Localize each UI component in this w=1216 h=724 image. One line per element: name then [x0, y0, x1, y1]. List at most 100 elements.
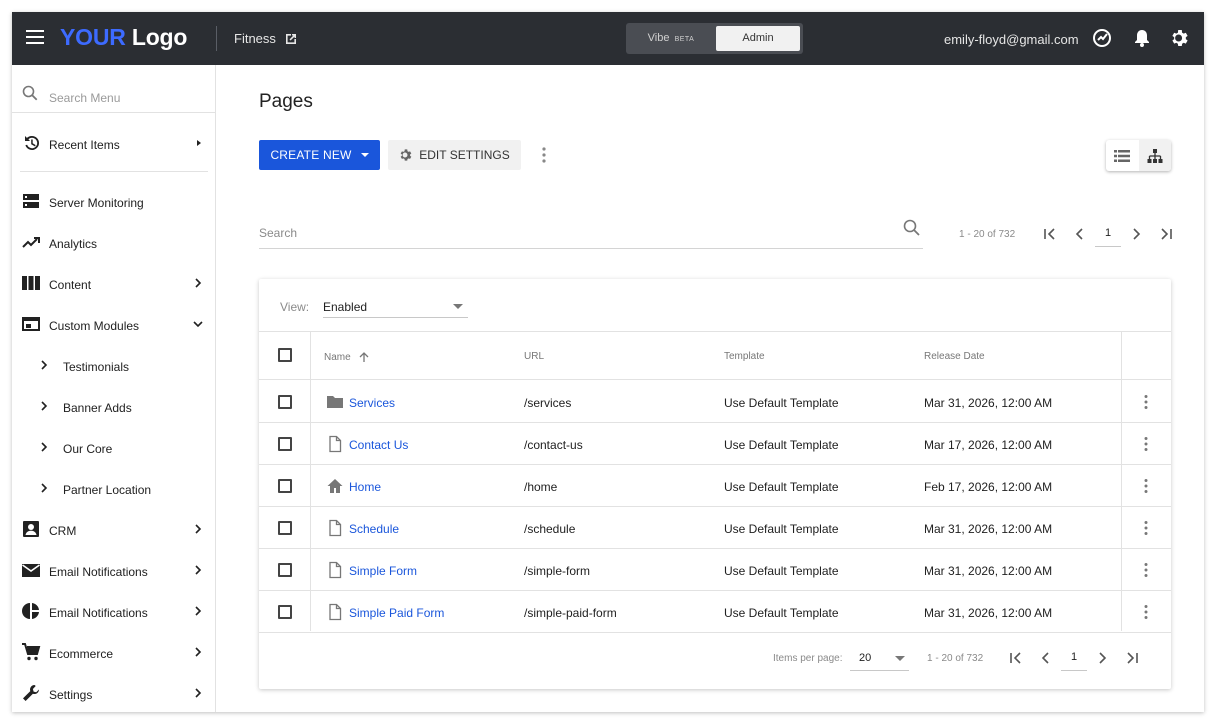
page-name-link[interactable]: Home [349, 480, 381, 494]
sidebar-search[interactable]: Search Menu [12, 65, 215, 113]
mode-vibe-button[interactable]: Vibe BETA [629, 26, 713, 51]
table-row[interactable]: Schedule /schedule Use Default Template … [259, 507, 1171, 549]
sidebar-item-email-notifications[interactable]: Email Notifications [12, 550, 215, 591]
view-filter-select[interactable]: Enabled [323, 292, 468, 318]
sidebar-item-settings[interactable]: Settings [12, 673, 215, 712]
columns-icon [22, 276, 40, 290]
row-checkbox[interactable] [278, 605, 292, 619]
sidebar-item-label: CRM [49, 524, 77, 538]
mode-admin-button[interactable]: Admin [716, 26, 800, 51]
page-number-input[interactable]: 1 [1061, 647, 1087, 671]
sidebar-item-ecommerce[interactable]: Ecommerce [12, 632, 215, 673]
sidebar-item-our-core[interactable]: Our Core [12, 427, 215, 468]
more-vert-icon[interactable] [539, 146, 549, 164]
more-vert-icon[interactable] [1141, 436, 1151, 452]
pages-table-card: View: Enabled Name URL Template Release … [259, 279, 1171, 689]
tree-view-button[interactable] [1139, 140, 1171, 171]
more-vert-icon[interactable] [1141, 520, 1151, 536]
caret-down-icon [895, 656, 905, 661]
column-header-name[interactable]: Name [324, 351, 370, 363]
file-icon [329, 603, 342, 621]
dashboard-gauge-icon[interactable] [1092, 28, 1112, 48]
sidebar-item-testimonials[interactable]: Testimonials [12, 345, 215, 386]
sitemap-icon [1147, 148, 1163, 163]
table-row[interactable]: Home /home Use Default Template Feb 17, … [259, 465, 1171, 507]
page-name-link[interactable]: Simple Form [349, 564, 417, 578]
create-new-button[interactable]: CREATE NEW [259, 140, 380, 170]
chevron-right-icon [195, 688, 202, 698]
column-header-url[interactable]: URL [524, 351, 544, 362]
file-icon [329, 561, 342, 579]
more-vert-icon[interactable] [1141, 604, 1151, 620]
logo-text: Logo [131, 24, 188, 50]
prev-page-icon[interactable] [1071, 225, 1089, 243]
site-name: Fitness [234, 31, 276, 46]
row-checkbox[interactable] [278, 437, 292, 451]
edit-settings-button[interactable]: EDIT SETTINGS [388, 140, 521, 170]
sidebar-item-label: Email Notifications [49, 565, 148, 579]
pages-search-input[interactable]: Search [259, 205, 923, 249]
page-name-link[interactable]: Services [349, 396, 395, 410]
last-page-icon[interactable] [1123, 649, 1141, 667]
next-page-icon[interactable] [1127, 225, 1145, 243]
more-vert-icon[interactable] [1141, 394, 1151, 410]
sidebar-item-banner-adds[interactable]: Banner Adds [12, 386, 215, 427]
next-page-icon[interactable] [1093, 649, 1111, 667]
table-row[interactable]: Contact Us /contact-us Use Default Templ… [259, 423, 1171, 465]
column-header-label: Template [724, 351, 765, 362]
gear-icon[interactable] [1170, 28, 1190, 48]
site-link[interactable]: Fitness [234, 31, 298, 46]
sidebar-divider [20, 171, 208, 172]
sidebar-item-recent-items[interactable]: Recent Items [12, 123, 215, 164]
sidebar-item-content[interactable]: Content [12, 263, 215, 304]
mail-icon [22, 564, 40, 577]
column-header-label: Release Date [924, 351, 985, 362]
table-row[interactable]: Simple Form /simple-form Use Default Tem… [259, 549, 1171, 591]
row-checkbox[interactable] [278, 521, 292, 535]
row-checkbox[interactable] [278, 479, 292, 493]
folder-icon [327, 396, 343, 408]
select-all-checkbox[interactable] [278, 348, 292, 362]
page-name-link[interactable]: Schedule [349, 522, 399, 536]
prev-page-icon[interactable] [1037, 649, 1055, 667]
page-number-input[interactable]: 1 [1095, 223, 1121, 247]
sidebar-item-server-monitoring[interactable]: Server Monitoring [12, 181, 215, 222]
sidebar-item-label: Settings [49, 688, 93, 702]
column-header-label: Name [324, 351, 351, 363]
items-per-page-select[interactable]: 20 [850, 647, 909, 671]
page-name-link[interactable]: Contact Us [349, 438, 408, 452]
sidebar-item-crm[interactable]: CRM [12, 509, 215, 550]
sidebar-item-email-notifications-2[interactable]: Email Notifications [12, 591, 215, 632]
sidebar-item-label: Ecommerce [49, 647, 114, 661]
view-filter-value: Enabled [323, 300, 368, 314]
user-email[interactable]: emily-floyd@gmail.com [944, 32, 1079, 47]
sidebar-item-label: Recent Items [49, 138, 120, 152]
contact-icon [23, 521, 39, 537]
bell-icon[interactable] [1132, 28, 1152, 48]
logo[interactable]: YOUR Logo [60, 24, 187, 51]
list-view-button[interactable] [1106, 140, 1138, 171]
table-row[interactable]: Services /services Use Default Template … [259, 381, 1171, 423]
first-page-icon[interactable] [1007, 649, 1025, 667]
column-header-release-date[interactable]: Release Date [924, 351, 985, 362]
app-window: YOUR Logo Fitness Vibe BETA Admin emily-… [12, 12, 1204, 712]
sidebar-item-analytics[interactable]: Analytics [12, 222, 215, 263]
row-checkbox[interactable] [278, 395, 292, 409]
search-icon[interactable] [903, 219, 921, 237]
page-name-link[interactable]: Simple Paid Form [349, 606, 444, 620]
more-vert-icon[interactable] [1141, 562, 1151, 578]
list-icon [1114, 149, 1130, 162]
row-checkbox[interactable] [278, 563, 292, 577]
page-url: /contact-us [524, 438, 583, 452]
first-page-icon[interactable] [1041, 225, 1059, 243]
sidebar-item-partner-location[interactable]: Partner Location [12, 468, 215, 509]
caret-down-icon [360, 153, 369, 157]
menu-icon[interactable] [26, 30, 44, 46]
last-page-icon[interactable] [1157, 225, 1175, 243]
sidebar-item-custom-modules[interactable]: Custom Modules [12, 304, 215, 345]
more-vert-icon[interactable] [1141, 478, 1151, 494]
mode-toggle: Vibe BETA Admin [626, 23, 803, 54]
column-header-template[interactable]: Template [724, 351, 765, 362]
table-row[interactable]: Simple Paid Form /simple-paid-form Use D… [259, 591, 1171, 633]
sidebar-item-label: Banner Adds [63, 401, 132, 415]
